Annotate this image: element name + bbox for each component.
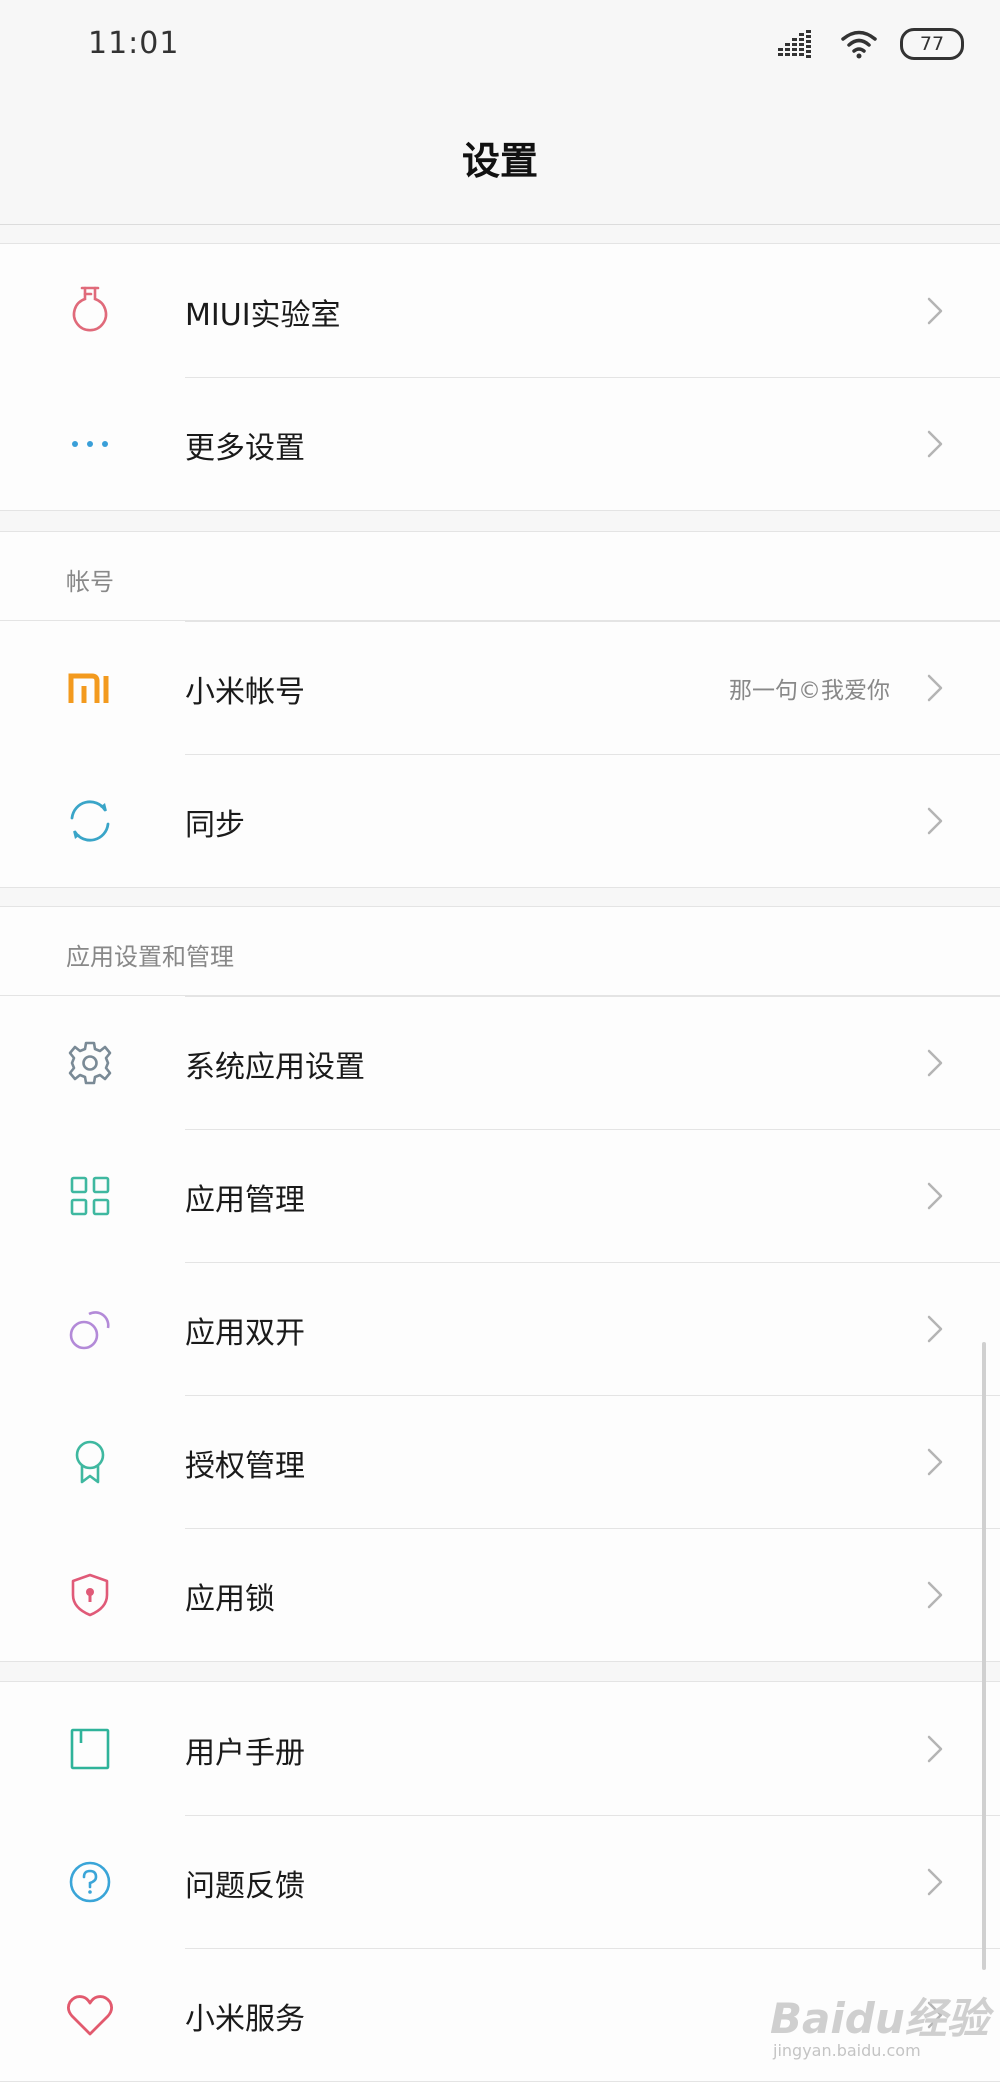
settings-item-label: 问题反馈 (185, 1869, 305, 1904)
question-circle-icon (62, 1856, 118, 1908)
settings-item-app-lock[interactable]: 应用锁 (0, 1528, 1000, 1661)
settings-item-label: 系统应用设置 (185, 1050, 365, 1085)
battery-indicator: 77 (900, 28, 964, 60)
app-grid-icon (62, 1170, 118, 1222)
status-icons: 77 (778, 26, 964, 62)
settings-item-sync[interactable]: 同步 (0, 754, 1000, 887)
header-divider (0, 224, 1000, 225)
settings-item-dual-apps[interactable]: 应用双开 (0, 1262, 1000, 1395)
page-title: 设置 (461, 139, 538, 183)
title-bar: 设置 (0, 90, 1000, 225)
heart-icon (62, 1989, 118, 2041)
chevron-right-icon (927, 1868, 943, 1896)
dual-apps-icon (62, 1303, 118, 1355)
section-header: 应用设置和管理 (0, 907, 1000, 996)
settings-item-label: 应用双开 (185, 1316, 305, 1351)
more-dots-icon (62, 418, 118, 470)
settings-item-mi-account[interactable]: 小米帐号 那一句©我爱你 (0, 621, 1000, 754)
chevron-right-icon (927, 1315, 943, 1343)
wifi-icon (841, 30, 877, 59)
group-general: MIUI实验室 更多设置 (0, 243, 1000, 511)
section-header: 帐号 (0, 532, 1000, 621)
section-title-account: 帐号 (66, 568, 114, 596)
sync-icon (62, 795, 118, 847)
status-bar: 11:01 77 (0, 0, 1000, 90)
settings-item-label: 用户手册 (185, 1736, 305, 1771)
mi-logo-icon (62, 662, 118, 714)
chevron-right-icon (927, 1049, 943, 1077)
baidu-jingyan-watermark: Baidu经验 jingyan.baidu.com (765, 1975, 995, 2075)
chevron-right-icon (927, 430, 943, 458)
chevron-right-icon (927, 1581, 943, 1609)
settings-item-label: 小米服务 (185, 2002, 305, 2037)
settings-item-system-apps[interactable]: 系统应用设置 (0, 996, 1000, 1129)
ribbon-badge-icon (62, 1436, 118, 1488)
settings-item-label: 授权管理 (185, 1449, 305, 1484)
section-title-apps: 应用设置和管理 (66, 943, 234, 971)
account-name: 那一句©我爱你 (729, 678, 890, 704)
settings-item-app-management[interactable]: 应用管理 (0, 1129, 1000, 1262)
group-account: 帐号 小米帐号 那一句©我爱你 同步 (0, 531, 1000, 888)
watermark-url: jingyan.baidu.com (773, 2041, 921, 2060)
settings-item-label: 同步 (185, 808, 245, 843)
chevron-right-icon (927, 1182, 943, 1210)
chevron-right-icon (927, 297, 943, 325)
shield-lock-icon (62, 1569, 118, 1621)
settings-item-permissions[interactable]: 授权管理 (0, 1395, 1000, 1528)
battery-level: 77 (919, 33, 945, 55)
settings-item-label: MIUI实验室 (185, 298, 341, 333)
settings-item-more[interactable]: 更多设置 (0, 377, 1000, 510)
signal-icon (778, 30, 811, 58)
book-icon (62, 1723, 118, 1775)
settings-item-miui-lab[interactable]: MIUI实验室 (0, 244, 1000, 377)
scrollbar-thumb[interactable] (982, 1342, 986, 1970)
chevron-right-icon (927, 1735, 943, 1763)
gear-icon (62, 1037, 118, 1089)
flask-icon (62, 285, 118, 337)
chevron-right-icon (927, 807, 943, 835)
chevron-right-icon (927, 674, 943, 702)
settings-item-label: 应用管理 (185, 1183, 305, 1218)
status-time: 11:01 (88, 26, 180, 61)
settings-item-label: 小米帐号 (185, 675, 305, 710)
group-app-settings: 应用设置和管理 系统应用设置 应用管理 应用双开 授权管理 应用锁 (0, 906, 1000, 1662)
settings-item-label: 更多设置 (185, 431, 305, 466)
settings-item-feedback[interactable]: 问题反馈 (0, 1815, 1000, 1948)
chevron-right-icon (927, 1448, 943, 1476)
settings-item-label: 应用锁 (185, 1582, 275, 1617)
watermark-logo-text: Baidu经验 (770, 1994, 989, 2043)
settings-item-user-manual[interactable]: 用户手册 (0, 1682, 1000, 1815)
